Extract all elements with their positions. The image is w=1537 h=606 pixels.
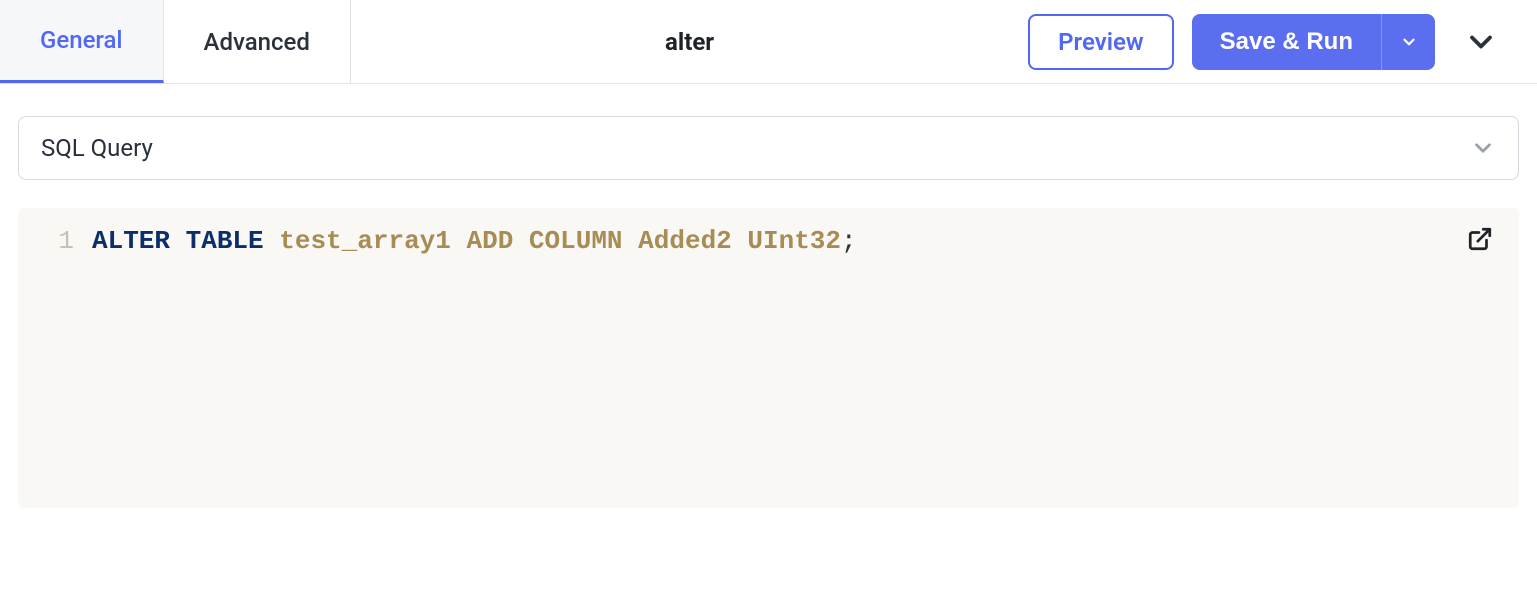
- line-number: 1: [40, 226, 74, 256]
- external-link-icon: [1467, 226, 1497, 252]
- token-identifier: test_array1: [279, 226, 451, 256]
- token-identifier: COLUMN: [529, 226, 623, 256]
- save-run-button[interactable]: Save & Run: [1192, 14, 1381, 70]
- token-identifier: UInt32: [747, 226, 841, 256]
- sql-editor[interactable]: 1 ALTER TABLE test_array1 ADD COLUMN Add…: [18, 208, 1519, 508]
- tab-advanced[interactable]: Advanced: [164, 0, 351, 83]
- token-keyword: TABLE: [186, 226, 264, 256]
- tabs: General Advanced: [0, 0, 351, 83]
- tab-advanced-label: Advanced: [204, 28, 310, 56]
- token-identifier: Added2: [638, 226, 732, 256]
- tab-general-label: General: [40, 26, 123, 54]
- save-run-button-label: Save & Run: [1220, 28, 1353, 56]
- token-keyword: ALTER: [92, 226, 170, 256]
- toolbar: General Advanced alter Preview Save & Ru…: [0, 0, 1537, 84]
- token-punct: ;: [841, 226, 857, 256]
- actions: Preview Save & Run: [1028, 14, 1537, 70]
- token-identifier: ADD: [467, 226, 514, 256]
- code-content: ALTER TABLE test_array1 ADD COLUMN Added…: [92, 226, 857, 256]
- save-run-button-group: Save & Run: [1192, 14, 1435, 70]
- tab-general[interactable]: General: [0, 0, 164, 83]
- sql-query-section-title: SQL Query: [41, 134, 153, 162]
- content: SQL Query 1 ALTER TABLE test_array1 ADD …: [0, 84, 1537, 508]
- preview-button[interactable]: Preview: [1028, 14, 1173, 70]
- sql-query-section-header[interactable]: SQL Query: [18, 116, 1519, 180]
- page-title: alter: [665, 28, 714, 56]
- editor-line: 1 ALTER TABLE test_array1 ADD COLUMN Add…: [40, 226, 1497, 256]
- chevron-down-icon: [1400, 33, 1418, 51]
- expand-editor-button[interactable]: [1467, 226, 1497, 256]
- preview-button-label: Preview: [1058, 28, 1143, 56]
- chevron-down-icon: [1470, 135, 1496, 161]
- chevron-down-icon: [1463, 24, 1499, 60]
- save-run-dropdown-button[interactable]: [1381, 14, 1435, 70]
- collapse-panel-button[interactable]: [1453, 14, 1509, 70]
- title-area: alter: [351, 28, 1028, 56]
